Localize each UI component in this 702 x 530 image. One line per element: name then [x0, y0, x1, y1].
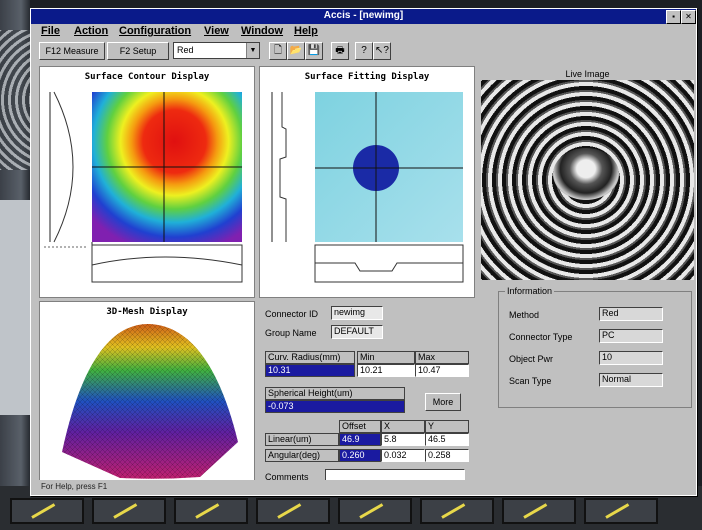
- more-button[interactable]: More: [425, 393, 461, 411]
- scan-type-label: Scan Type: [509, 376, 552, 386]
- interferometer-fringe-image: [481, 80, 694, 280]
- group-name-field[interactable]: DEFAULT: [331, 325, 383, 339]
- scan-type-value: Normal: [599, 373, 663, 387]
- curv-radius-header: Curv. Radius(mm): [265, 351, 355, 364]
- mesh-panel: 3D-Mesh Display: [39, 301, 255, 488]
- connector-id-field[interactable]: newimg: [331, 306, 383, 320]
- method-value: Red: [599, 307, 663, 321]
- title-bar: Accis - [newimg] ▪ ✕: [31, 9, 696, 24]
- new-file-icon[interactable]: 🗋: [269, 42, 287, 60]
- floor-tile: [256, 498, 330, 524]
- menu-file[interactable]: File: [41, 25, 60, 37]
- min-header: Min: [357, 351, 415, 364]
- live-image-panel: Live Image: [479, 66, 696, 281]
- linear-y: 46.5: [425, 433, 469, 446]
- menu-action[interactable]: Action: [74, 25, 108, 37]
- connector-type-label: Connector Type: [509, 332, 573, 342]
- context-help-icon[interactable]: ↖?: [373, 42, 391, 60]
- angular-y: 0.258: [425, 449, 469, 462]
- spherical-height-header: Spherical Height(um): [265, 387, 405, 400]
- spherical-height-value: -0.073: [265, 400, 405, 413]
- floor-tile: [10, 498, 84, 524]
- angular-x: 0.032: [381, 449, 425, 462]
- fitting-panel: Surface Fitting Display: [259, 66, 475, 298]
- information-title: Information: [505, 286, 555, 296]
- curv-radius-value: 10.31: [265, 364, 355, 377]
- linear-label: Linear(um): [265, 433, 339, 446]
- status-text: For Help, press F1: [41, 482, 108, 491]
- offset-header: Offset: [339, 420, 381, 433]
- color-select-value: Red: [177, 45, 194, 55]
- minimize-button[interactable]: ▪: [666, 10, 681, 24]
- close-button[interactable]: ✕: [681, 10, 696, 24]
- color-select[interactable]: Red ▼: [173, 42, 260, 59]
- parameters-panel: Connector ID newimg Group Name DEFAULT C…: [259, 301, 473, 486]
- live-image-title: Live Image: [565, 69, 610, 79]
- window-title: Accis - [newimg]: [323, 10, 404, 21]
- menu-bar: File Action Configuration View Window He…: [31, 24, 696, 40]
- group-name-label: Group Name: [265, 328, 317, 338]
- print-icon[interactable]: 🖶: [331, 42, 349, 60]
- method-label: Method: [509, 310, 540, 320]
- fiber-core: [553, 148, 619, 200]
- measure-button[interactable]: F12 Measure: [39, 42, 105, 60]
- help-bulb-icon[interactable]: ?: [355, 42, 373, 60]
- setup-button[interactable]: F2 Setup: [107, 42, 169, 60]
- linear-x: 5.8: [381, 433, 425, 446]
- floor-tile: [92, 498, 166, 524]
- connector-type-value: PC: [599, 329, 663, 343]
- floor-tile: [338, 498, 412, 524]
- information-group: Information Method Red Connector Type PC…: [498, 286, 692, 408]
- object-pwr-value: 10: [599, 351, 663, 365]
- save-icon[interactable]: 💾: [305, 42, 323, 60]
- status-bar: For Help, press F1: [31, 480, 696, 494]
- menu-help[interactable]: Help: [294, 25, 318, 37]
- floor-tile: [174, 498, 248, 524]
- chevron-down-icon: ▼: [246, 43, 259, 58]
- x-header: X: [381, 420, 425, 433]
- max-header: Max: [415, 351, 469, 364]
- menu-window[interactable]: Window: [241, 25, 283, 37]
- contour-panel: Surface Contour Display: [39, 66, 255, 298]
- background-panel: [0, 200, 30, 415]
- floor-tile: [584, 498, 658, 524]
- connector-id-label: Connector ID: [265, 309, 319, 319]
- mesh-plot: [62, 323, 238, 479]
- toolbar: F12 Measure F2 Setup Red ▼ 🗋 📂 💾 🖶 ? ↖?: [31, 40, 476, 62]
- y-header: Y: [425, 420, 469, 433]
- angular-offset: 0.260: [339, 449, 381, 462]
- linear-offset: 46.9: [339, 433, 381, 446]
- menu-configuration[interactable]: Configuration: [119, 25, 191, 37]
- fitting-plot: [271, 92, 464, 283]
- contour-plot: [44, 91, 243, 283]
- floor-tile: [502, 498, 576, 524]
- open-folder-icon[interactable]: 📂: [287, 42, 305, 60]
- app-window: Accis - [newimg] ▪ ✕ File Action Configu…: [30, 8, 697, 496]
- floor-tile: [420, 498, 494, 524]
- curv-radius-min: 10.21: [357, 364, 415, 377]
- object-pwr-label: Object Pwr: [509, 354, 554, 364]
- menu-view[interactable]: View: [204, 25, 229, 37]
- background-fringe-image: [0, 30, 30, 170]
- angular-label: Angular(deg): [265, 449, 339, 462]
- curv-radius-max: 10.47: [415, 364, 469, 377]
